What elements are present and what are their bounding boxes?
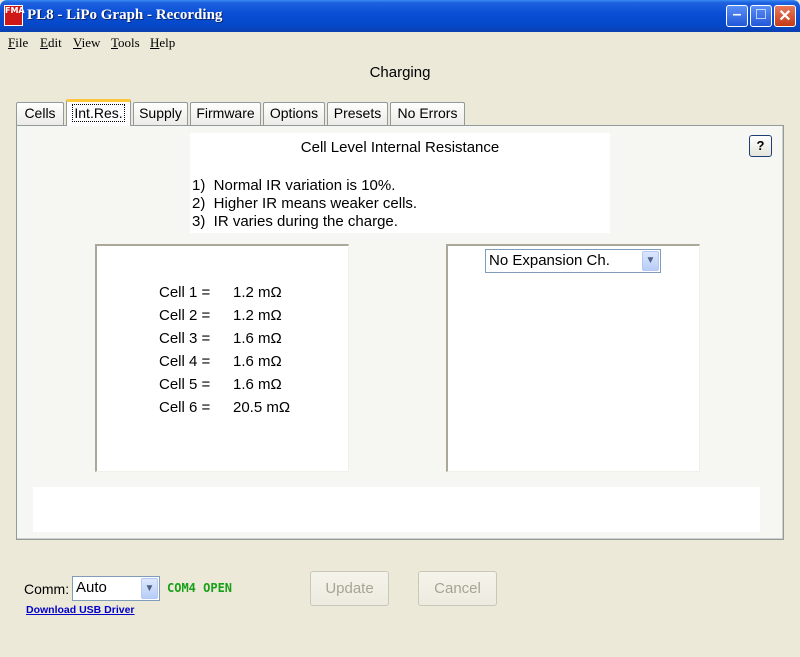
charger-state-title: Charging: [369, 64, 431, 81]
cell-label: Cell 3 =: [159, 330, 211, 347]
expansion-box: [446, 244, 700, 472]
cell-label: Cell 2 =: [159, 307, 211, 324]
tab-options[interactable]: Options: [263, 102, 325, 125]
help-button[interactable]: ?: [749, 135, 772, 157]
chevron-down-icon[interactable]: ▼: [642, 251, 659, 271]
comm-port-select[interactable]: Auto ▼: [72, 576, 160, 601]
menu-bar: File Edit View Tools Help: [0, 32, 800, 52]
update-button[interactable]: Update: [310, 571, 389, 606]
cell-label: Cell 4 =: [159, 353, 211, 370]
minimize-icon[interactable]: –: [726, 5, 748, 27]
cell-value: 1.6 mΩ: [233, 353, 282, 370]
comm-port-value: Auto: [76, 579, 107, 596]
close-icon[interactable]: ✕: [774, 5, 796, 27]
expansion-channel-select[interactable]: No Expansion Ch. ▼: [485, 249, 661, 273]
cell-label: Cell 6 =: [159, 399, 211, 416]
expansion-channel-value: No Expansion Ch.: [489, 252, 610, 269]
cell-row: Cell 1 = 1.2 mΩ: [159, 284, 282, 301]
cell-value: 1.2 mΩ: [233, 307, 282, 324]
maximize-icon[interactable]: □: [750, 5, 772, 27]
tab-supply[interactable]: Supply: [133, 102, 188, 125]
comm-label: Comm:: [24, 581, 70, 597]
cell-row: Cell 2 = 1.2 mΩ: [159, 307, 282, 324]
cell-value: 1.6 mΩ: [233, 330, 282, 347]
note-1: 1) Normal IR variation is 10%.: [192, 177, 396, 194]
cell-row: Cell 6 = 20.5 mΩ: [159, 399, 290, 416]
status-message-area: [33, 487, 760, 532]
tab-presets[interactable]: Presets: [327, 102, 388, 125]
download-usb-driver-link[interactable]: Download USB Driver: [26, 604, 135, 616]
cell-resistance-box: Cell 1 = 1.2 mΩ Cell 2 = 1.2 mΩ Cell 3 = 1.…: [95, 244, 349, 472]
cancel-button[interactable]: Cancel: [418, 571, 497, 606]
cell-value: 20.5 mΩ: [233, 399, 291, 416]
window-title: PL8 - LiPo Graph - Recording: [27, 7, 223, 23]
tab-cells[interactable]: Cells: [16, 102, 64, 125]
menu-tools[interactable]: Tools: [111, 35, 140, 51]
cell-value: 1.6 mΩ: [233, 376, 282, 393]
cell-label: Cell 5 =: [159, 376, 211, 393]
cell-row: Cell 3 = 1.6 mΩ: [159, 330, 282, 347]
cell-row: Cell 5 = 1.6 mΩ: [159, 376, 282, 393]
cell-value: 1.2 mΩ: [233, 284, 282, 301]
chevron-down-icon[interactable]: ▼: [141, 578, 158, 599]
menu-file[interactable]: File: [8, 35, 28, 51]
com-status: COM4 OPEN: [167, 581, 233, 595]
info-box: Cell Level Internal Resistance 1) Normal…: [190, 133, 610, 233]
menu-edit[interactable]: Edit: [40, 35, 62, 51]
cell-label: Cell 1 =: [159, 284, 211, 301]
title-bar[interactable]: FMA PL8 - LiPo Graph - Recording – □ ✕: [0, 0, 800, 32]
menu-view[interactable]: View: [73, 35, 100, 51]
tab-no-errors[interactable]: No Errors: [390, 102, 465, 125]
app-icon[interactable]: FMA: [4, 5, 25, 26]
tab-firmware[interactable]: Firmware: [190, 102, 261, 125]
cell-row: Cell 4 = 1.6 mΩ: [159, 353, 282, 370]
note-3: 3) IR varies during the charge.: [192, 213, 398, 230]
tab-int-res[interactable]: Int.Res.: [66, 99, 131, 126]
panel-title: Cell Level Internal Resistance: [300, 139, 500, 156]
note-2: 2) Higher IR means weaker cells.: [192, 195, 418, 212]
help-icon: ?: [756, 138, 765, 153]
menu-help[interactable]: Help: [150, 35, 175, 51]
